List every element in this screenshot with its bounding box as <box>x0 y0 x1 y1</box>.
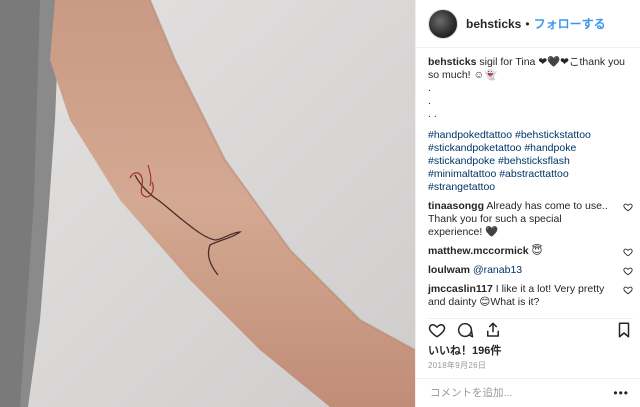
more-options-icon[interactable]: ••• <box>613 386 629 400</box>
bookmark-icon[interactable] <box>615 321 633 339</box>
avatar[interactable] <box>428 8 458 39</box>
share-icon[interactable] <box>484 321 502 339</box>
separator-dot: • <box>525 16 530 31</box>
heart-icon[interactable] <box>623 247 633 257</box>
comment-input[interactable] <box>428 386 612 400</box>
username-link[interactable]: behsticks <box>466 17 521 31</box>
follow-button[interactable]: フォローする <box>534 15 606 32</box>
comment-row: tinaasongg Already has come to use.. Tha… <box>428 200 633 239</box>
add-comment-bar: ••• <box>416 378 640 407</box>
caption-dot-line: . <box>428 95 431 107</box>
comment-username[interactable]: tinaasongg <box>428 200 484 212</box>
hashtags[interactable]: #handpokedtattoo #behstickstattoo #stick… <box>428 129 633 194</box>
heart-icon[interactable] <box>623 285 633 295</box>
comment-username[interactable]: loulwam <box>428 264 470 276</box>
comments-area: behsticks sigil for Tina ❤🖤❤こthank you s… <box>428 56 633 309</box>
caption: behsticks sigil for Tina ❤🖤❤こthank you s… <box>428 56 633 82</box>
likes-count[interactable]: いいね！196件 <box>428 342 501 358</box>
heart-icon[interactable] <box>428 321 446 339</box>
comment-username[interactable]: matthew.mccormick <box>428 245 529 257</box>
post-date[interactable]: 2018年9月26日 <box>428 360 486 371</box>
comment-text: 😇 <box>531 245 543 257</box>
comment-username[interactable]: jmccaslin117 <box>428 283 493 295</box>
heart-icon[interactable] <box>623 266 633 276</box>
caption-username[interactable]: behsticks <box>428 56 476 68</box>
post-side-panel: behsticks • フォローする behsticks sigil for T… <box>415 0 640 407</box>
comment-icon[interactable] <box>456 321 474 339</box>
caption-dot-line: . <box>428 82 431 94</box>
post-header: behsticks • フォローする <box>416 0 640 48</box>
action-bar <box>428 318 633 341</box>
comment-row: matthew.mccormick 😇 <box>428 245 633 258</box>
comment-row: loulwam @ranab13 <box>428 264 633 277</box>
comment-mention[interactable]: @ranab13 <box>473 264 522 276</box>
arm-tattoo-image <box>0 0 415 407</box>
caption-dot-line: . . <box>428 108 437 120</box>
comment-row: jmccaslin117 I like it a lot! Very prett… <box>428 283 633 309</box>
post-photo[interactable] <box>0 0 415 407</box>
heart-icon[interactable] <box>623 202 633 212</box>
